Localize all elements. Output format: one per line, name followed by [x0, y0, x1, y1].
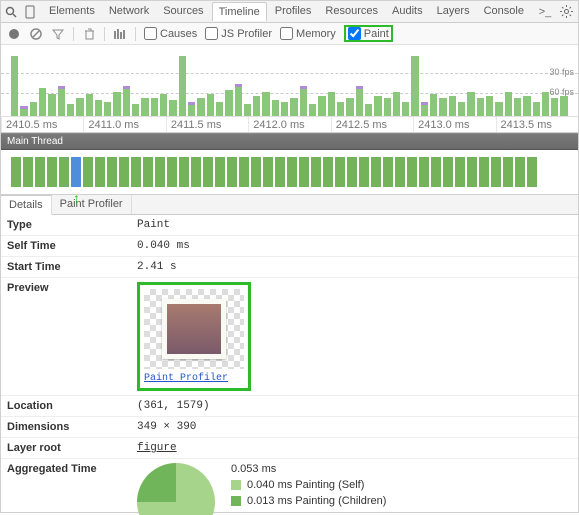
ruler-tick: 2413.5 ms: [496, 117, 578, 132]
main-thread-header: Main Thread: [1, 133, 578, 150]
tab-layers[interactable]: Layers: [431, 2, 476, 21]
tab-sources[interactable]: Sources: [157, 2, 209, 21]
filter-icon[interactable]: [51, 27, 65, 41]
memory-label: Memory: [296, 28, 336, 40]
row-starttime: Start Time2.41 s: [1, 257, 578, 278]
tab-console[interactable]: Console: [478, 2, 530, 21]
row-aggregated: Aggregated Time 0.053 ms 0.040 ms Painti…: [1, 459, 578, 515]
timeline-toolbar: Causes JS Profiler Memory Paint: [1, 23, 578, 45]
details-panel: TypePaint Self Time0.040 ms Start Time2.…: [1, 215, 578, 515]
swatch-children: [231, 496, 241, 506]
ruler-tick: 2412.5 ms: [331, 117, 413, 132]
loc-label: Location: [7, 400, 137, 412]
type-label: Type: [7, 219, 137, 231]
preview-thumbnail: [144, 289, 244, 369]
memory-checkbox[interactable]: Memory: [280, 27, 336, 40]
console-toggle-icon[interactable]: >_: [538, 5, 552, 19]
row-layerroot: Layer rootfigure: [1, 438, 578, 459]
dim-value: 349 × 390: [137, 421, 572, 433]
layer-value: figure: [137, 442, 572, 454]
gear-icon[interactable]: [560, 5, 574, 19]
separator: [73, 27, 74, 41]
ruler-tick: 2411.5 ms: [166, 117, 248, 132]
panel-tabs: Elements Network Sources Timeline Profil…: [43, 2, 530, 21]
swatch-self: [231, 480, 241, 490]
detail-tabs: Details Paint Profiler: [1, 195, 578, 215]
row-dimensions: Dimensions349 × 390: [1, 417, 578, 438]
start-label: Start Time: [7, 261, 137, 273]
agg-label: Aggregated Time: [7, 463, 137, 475]
detail-tab-paintprofiler[interactable]: Paint Profiler: [52, 195, 132, 214]
jsprofiler-checkbox[interactable]: JS Profiler: [205, 27, 272, 40]
preview-highlight: Paint Profiler: [137, 282, 251, 391]
row-type: TypePaint: [1, 215, 578, 236]
ruler-tick: 2413.0 ms: [413, 117, 495, 132]
jsprofiler-label: JS Profiler: [221, 28, 272, 40]
preview-label: Preview: [7, 282, 137, 294]
layer-label: Layer root: [7, 442, 137, 454]
paint-profiler-link[interactable]: Paint Profiler: [144, 373, 244, 384]
devtools-tabbar: Elements Network Sources Timeline Profil…: [1, 1, 578, 23]
loc-value: (361, 1579): [137, 400, 572, 412]
frames-icon[interactable]: [113, 27, 127, 41]
causes-label: Causes: [160, 28, 197, 40]
causes-checkbox[interactable]: Causes: [144, 27, 197, 40]
layer-root-link[interactable]: figure: [137, 442, 177, 454]
type-value: Paint: [137, 219, 572, 231]
topbar-right: >_: [538, 5, 579, 19]
tab-resources[interactable]: Resources: [319, 2, 384, 21]
agg-total: 0.053 ms: [231, 463, 386, 475]
record-icon[interactable]: [7, 27, 21, 41]
tab-elements[interactable]: Elements: [43, 2, 101, 21]
device-icon[interactable]: [25, 5, 35, 19]
selected-arrow-icon: ↑: [73, 190, 80, 206]
main-thread-track[interactable]: ↑: [1, 150, 578, 195]
gc-icon[interactable]: [82, 27, 96, 41]
self-value: 0.040 ms: [137, 240, 572, 252]
start-value: 2.41 s: [137, 261, 572, 273]
separator: [104, 27, 105, 41]
legend-self-text: 0.040 ms Painting (Self): [247, 479, 364, 491]
overview-bars: [11, 56, 568, 116]
ruler-tick: 2411.0 ms: [83, 117, 165, 132]
paint-checkbox-highlight: Paint: [344, 25, 393, 42]
ruler-tick: 2410.5 ms: [1, 117, 83, 132]
self-label: Self Time: [7, 240, 137, 252]
clear-icon[interactable]: [29, 27, 43, 41]
dim-label: Dimensions: [7, 421, 137, 433]
timeline-overview[interactable]: 30 fps 60 fps: [1, 45, 578, 117]
tab-timeline[interactable]: Timeline: [212, 2, 267, 21]
row-location: Location(361, 1579): [1, 396, 578, 417]
separator: [135, 27, 136, 41]
agg-value: 0.053 ms 0.040 ms Painting (Self) 0.013 …: [137, 463, 572, 515]
detail-tab-details[interactable]: Details: [1, 195, 52, 215]
legend-children-text: 0.013 ms Painting (Children): [247, 495, 386, 507]
preview-photo: [162, 299, 226, 359]
legend-self: 0.040 ms Painting (Self): [231, 479, 386, 491]
tab-network[interactable]: Network: [103, 2, 155, 21]
tab-profiles[interactable]: Profiles: [269, 2, 318, 21]
legend-children: 0.013 ms Painting (Children): [231, 495, 386, 507]
pie-chart: [137, 463, 215, 515]
paint-label: Paint: [364, 28, 389, 40]
row-selftime: Self Time0.040 ms: [1, 236, 578, 257]
time-ruler: 2410.5 ms 2411.0 ms 2411.5 ms 2412.0 ms …: [1, 117, 578, 133]
tab-audits[interactable]: Audits: [386, 2, 429, 21]
search-icon[interactable]: [5, 5, 17, 19]
preview-value: Paint Profiler: [137, 282, 572, 391]
pie-legend: 0.053 ms 0.040 ms Painting (Self) 0.013 …: [231, 463, 386, 507]
paint-checkbox[interactable]: Paint: [348, 27, 389, 40]
row-preview: Preview Paint Profiler: [1, 278, 578, 396]
ruler-tick: 2412.0 ms: [248, 117, 330, 132]
